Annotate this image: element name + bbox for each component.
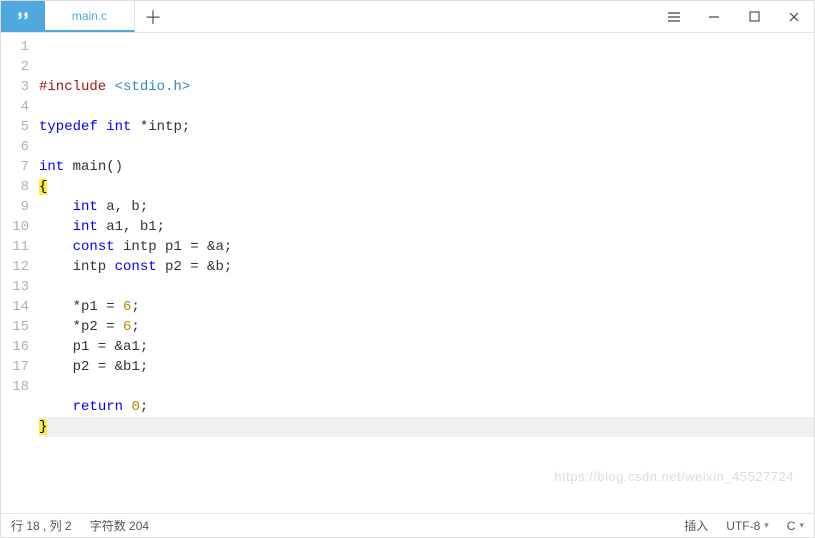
line-number: 17 bbox=[1, 357, 29, 377]
code-line[interactable] bbox=[39, 137, 814, 157]
status-language[interactable]: C▾ bbox=[787, 519, 804, 533]
code-token: main() bbox=[64, 159, 123, 175]
minimize-button[interactable] bbox=[694, 1, 734, 32]
code-area[interactable]: #include <stdio.h> typedef int *intp; int … bbox=[39, 37, 814, 513]
code-token: p2 = &b; bbox=[157, 259, 233, 275]
status-encoding[interactable]: UTF-8 ▾ bbox=[726, 519, 769, 533]
line-number: 6 bbox=[1, 137, 29, 157]
line-number: 13 bbox=[1, 277, 29, 297]
code-line[interactable] bbox=[39, 277, 814, 297]
quote-icon bbox=[14, 8, 32, 26]
line-number: 8 bbox=[1, 177, 29, 197]
code-token: intp bbox=[39, 259, 115, 275]
line-number: 18 bbox=[1, 377, 29, 397]
maximize-icon bbox=[749, 11, 760, 22]
code-token bbox=[39, 399, 73, 415]
code-line[interactable]: return 0; bbox=[39, 397, 814, 417]
code-token: int bbox=[73, 219, 98, 235]
code-line[interactable]: int a, b; bbox=[39, 197, 814, 217]
line-number: 1 bbox=[1, 37, 29, 57]
code-token: intp p1 = &a; bbox=[115, 239, 233, 255]
code-line[interactable]: typedef int *intp; bbox=[39, 117, 814, 137]
app-icon[interactable] bbox=[1, 1, 45, 32]
menu-button[interactable] bbox=[654, 1, 694, 32]
code-token: return bbox=[73, 399, 123, 415]
chevron-down-icon: ▾ bbox=[764, 520, 769, 531]
chevron-down-icon: ▾ bbox=[799, 520, 804, 531]
code-line[interactable] bbox=[39, 97, 814, 117]
code-token: const bbox=[115, 259, 157, 275]
hamburger-icon bbox=[667, 10, 681, 24]
code-token: *p1 = bbox=[39, 299, 123, 315]
line-number: 15 bbox=[1, 317, 29, 337]
code-token bbox=[39, 239, 73, 255]
close-icon bbox=[788, 11, 800, 23]
code-token: ; bbox=[140, 399, 148, 415]
status-char-count[interactable]: 字符数 204 bbox=[90, 517, 149, 534]
line-number: 4 bbox=[1, 97, 29, 117]
gutter: 123456789101112131415161718 bbox=[1, 37, 39, 513]
code-token: } bbox=[39, 419, 47, 435]
line-number: 7 bbox=[1, 157, 29, 177]
code-token: *intp; bbox=[131, 119, 190, 135]
close-button[interactable] bbox=[774, 1, 814, 32]
code-token bbox=[39, 219, 73, 235]
line-number: 16 bbox=[1, 337, 29, 357]
titlebar: main.c ＋ bbox=[1, 1, 814, 33]
code-token: ; bbox=[131, 299, 139, 315]
code-line[interactable]: *p2 = 6; bbox=[39, 317, 814, 337]
status-insert-mode[interactable]: 插入 bbox=[684, 517, 708, 534]
code-token: const bbox=[73, 239, 115, 255]
code-token: #include bbox=[39, 79, 106, 95]
code-token: typedef bbox=[39, 119, 98, 135]
code-token: int bbox=[106, 119, 131, 135]
code-line[interactable]: *p1 = 6; bbox=[39, 297, 814, 317]
code-token: ; bbox=[131, 319, 139, 335]
editor[interactable]: 123456789101112131415161718 #include <st… bbox=[1, 33, 814, 513]
code-token: a, b; bbox=[98, 199, 148, 215]
code-token bbox=[98, 119, 106, 135]
statusbar: 行 18 , 列 2 字符数 204 插入 UTF-8▾ C▾ bbox=[1, 513, 814, 537]
title-spacer bbox=[171, 1, 654, 32]
code-line[interactable]: #include <stdio.h> bbox=[39, 77, 814, 97]
line-number: 2 bbox=[1, 57, 29, 77]
line-number: 3 bbox=[1, 77, 29, 97]
minimize-icon bbox=[708, 11, 720, 23]
code-token bbox=[39, 199, 73, 215]
watermark: https://blog.csdn.net/weixin_45527724 bbox=[554, 467, 794, 487]
tab-label: main.c bbox=[72, 9, 107, 23]
code-line[interactable]: const intp p1 = &a; bbox=[39, 237, 814, 257]
code-line[interactable]: p2 = &b1; bbox=[39, 357, 814, 377]
maximize-button[interactable] bbox=[734, 1, 774, 32]
line-number: 12 bbox=[1, 257, 29, 277]
code-token: a1, b1; bbox=[98, 219, 165, 235]
code-token: int bbox=[39, 159, 64, 175]
code-token: int bbox=[73, 199, 98, 215]
code-line[interactable]: { bbox=[39, 177, 814, 197]
status-cursor-pos[interactable]: 行 18 , 列 2 bbox=[11, 517, 72, 534]
code-token: p2 = &b1; bbox=[39, 359, 148, 375]
code-line[interactable]: } bbox=[39, 417, 814, 437]
code-token: p1 = &a1; bbox=[39, 339, 148, 355]
status-encoding-label: UTF-8 bbox=[726, 519, 760, 533]
line-number: 11 bbox=[1, 237, 29, 257]
tab-main-c[interactable]: main.c bbox=[45, 1, 135, 32]
code-line[interactable]: int main() bbox=[39, 157, 814, 177]
line-number: 5 bbox=[1, 117, 29, 137]
code-token: <stdio.h> bbox=[115, 79, 191, 95]
status-language-label: C bbox=[787, 519, 796, 533]
code-token bbox=[106, 79, 114, 95]
code-token: 0 bbox=[131, 399, 139, 415]
code-token: *p2 = bbox=[39, 319, 123, 335]
line-number: 14 bbox=[1, 297, 29, 317]
code-line[interactable]: int a1, b1; bbox=[39, 217, 814, 237]
code-line[interactable] bbox=[39, 377, 814, 397]
code-token: { bbox=[39, 179, 47, 195]
code-line[interactable]: intp const p2 = &b; bbox=[39, 257, 814, 277]
new-tab-button[interactable]: ＋ bbox=[135, 1, 171, 32]
code-line[interactable]: p1 = &a1; bbox=[39, 337, 814, 357]
line-number: 10 bbox=[1, 217, 29, 237]
line-number: 9 bbox=[1, 197, 29, 217]
